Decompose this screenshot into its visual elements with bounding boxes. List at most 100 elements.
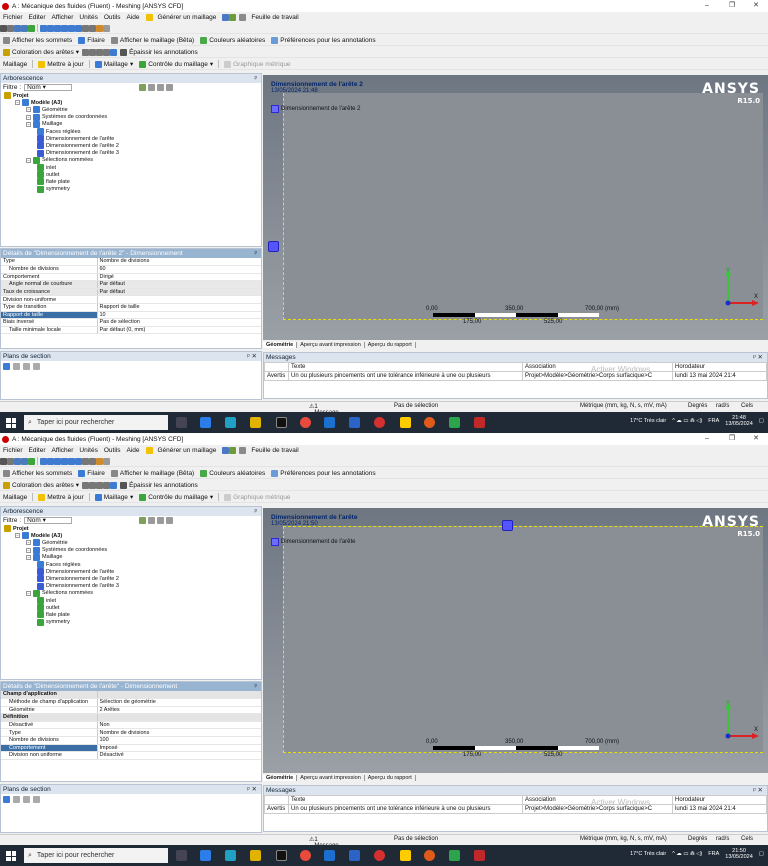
edit-section-icon[interactable] (13, 796, 20, 803)
details-row[interactable]: Champ d'application (1, 691, 261, 700)
tab-geometry[interactable]: Géométrie (263, 774, 298, 781)
taskbar-search-input[interactable]: ⌕ Taper ici pour rechercher (24, 848, 168, 863)
new-section-icon[interactable] (3, 363, 10, 370)
details-value[interactable]: 100 (97, 736, 261, 745)
tree-node[interactable]: inlet (37, 597, 56, 604)
ansys-workbench-icon[interactable] (400, 417, 411, 428)
screenshot-icon[interactable] (222, 447, 230, 454)
windows-start-icon[interactable] (6, 851, 16, 861)
edge-style-5-icon[interactable] (110, 481, 118, 489)
app-icon[interactable] (349, 417, 360, 428)
tree-node[interactable]: − Sélections nommées (26, 589, 93, 597)
menu-units[interactable]: Unités (76, 14, 100, 21)
close-button[interactable]: ✕ (744, 433, 768, 445)
filter-combo[interactable]: Nom ▾ (24, 84, 73, 91)
chrome-icon[interactable] (300, 850, 311, 861)
show-vertices-button[interactable]: Afficher les sommets (0, 36, 75, 44)
language-indicator[interactable]: FRA (708, 418, 719, 424)
weather-widget[interactable]: 17°C Très clair (630, 851, 666, 857)
zoom-fit-icon[interactable] (68, 24, 75, 32)
status-rate[interactable]: rad/s (716, 836, 729, 842)
tree-node[interactable]: − Géométrie (26, 106, 68, 114)
menu-file[interactable]: Fichier (0, 447, 26, 454)
details-value[interactable]: 60 (97, 265, 261, 274)
table-row[interactable]: Avertis Un ou plusieurs pincements ont u… (264, 371, 767, 381)
previous-view-icon[interactable] (82, 457, 89, 465)
graphics-viewport[interactable]: Dimensionnement de l'arête 2 13/05/2024 … (263, 75, 768, 340)
tree-node[interactable]: Dimensionnement de l'arête (37, 135, 114, 143)
tab-report-preview[interactable]: Aperçu du rapport (365, 341, 416, 348)
mesh-menu-button[interactable]: Maillage ▾ (92, 60, 136, 68)
edge-coloring-button[interactable]: Coloration des arêtes ▾ (0, 48, 82, 56)
edge-style-3-icon[interactable] (96, 48, 104, 56)
edge-style-icon[interactable] (82, 481, 90, 489)
zoom-box-icon[interactable] (61, 457, 68, 465)
tree-node[interactable]: Dimensionnement de l'arête 2 (37, 142, 119, 150)
show-mesh-button[interactable]: Afficher le maillage (Bêta) (108, 469, 197, 477)
details-row[interactable]: Nombre de divisions 100 (1, 736, 261, 745)
zoom-box-icon[interactable] (61, 24, 68, 32)
col-header-text[interactable]: Texte (288, 795, 523, 805)
details-value[interactable] (97, 295, 261, 305)
face-select-icon[interactable] (21, 457, 28, 465)
collapse-tree-icon[interactable] (148, 84, 156, 91)
menu-help[interactable]: Aide (123, 447, 142, 454)
viewport-icon[interactable] (103, 24, 110, 32)
tree-node[interactable]: − Maillage (26, 553, 62, 561)
details-row[interactable]: Type Nombre de divisions (1, 728, 261, 738)
details-value[interactable]: Nombre de divisions (97, 728, 261, 738)
app-icon[interactable] (374, 417, 385, 428)
magnifier-icon[interactable] (75, 457, 82, 465)
expand-toggle-icon[interactable]: − (26, 590, 31, 596)
zoom-in-icon[interactable] (54, 24, 61, 32)
tree-node[interactable]: Dimensionnement de l'arête (37, 568, 114, 576)
details-value[interactable]: Dirigé (97, 273, 261, 282)
update-button[interactable]: Mettre à jour (35, 493, 87, 501)
taskbar-clock[interactable]: 21:48 13/05/2024 (725, 415, 753, 427)
app-icon[interactable] (424, 850, 435, 861)
tree-filter-icon[interactable] (139, 517, 147, 524)
file-explorer-icon[interactable] (250, 850, 261, 861)
metric-graph-button[interactable]: Graphique métrique (221, 60, 293, 68)
tree-node[interactable]: − Sélections nommées (26, 156, 93, 164)
vertex-select-icon[interactable] (7, 24, 14, 32)
tree-node[interactable]: Projet (4, 92, 29, 99)
isometric-view-icon[interactable] (96, 457, 103, 465)
mesh-menu-button[interactable]: Maillage ▾ (92, 493, 136, 501)
body-select-icon[interactable] (28, 457, 35, 465)
details-value[interactable]: Rapport de taille (97, 303, 261, 312)
maximize-button[interactable]: ❐ (720, 433, 744, 445)
mail-icon[interactable] (200, 417, 211, 428)
details-value[interactable]: Nombre de divisions (97, 258, 261, 267)
weather-widget[interactable]: 17°C Très clair (630, 418, 666, 424)
col-header-timestamp[interactable]: Horodateur (672, 795, 767, 805)
face-select-icon[interactable] (21, 24, 28, 32)
mail-icon[interactable] (200, 850, 211, 861)
menu-view[interactable]: Afficher (49, 14, 77, 21)
tree-node[interactable]: − Modèle (A3) (15, 532, 62, 540)
details-row[interactable]: Désactivé Non (1, 721, 261, 730)
expand-toggle-icon[interactable]: − (26, 547, 31, 553)
tree-node[interactable]: symmetry (37, 185, 70, 193)
edge-handle[interactable] (502, 520, 513, 531)
tree-node[interactable]: − Systèmes de coordonnées (26, 546, 107, 554)
details-value[interactable]: 10 (97, 311, 261, 320)
col-header-text[interactable]: Texte (288, 362, 523, 372)
tray-icons[interactable]: ^ ☁ ▭ ⋒ ◁) (672, 418, 702, 424)
app-icon[interactable] (324, 850, 335, 861)
app-icon[interactable] (324, 417, 335, 428)
close-button[interactable]: ✕ (744, 0, 768, 12)
tab-print-preview[interactable]: Aperçu avant impression (297, 774, 365, 781)
notifications-icon[interactable]: ▢ (759, 851, 764, 857)
viewport-icon[interactable] (103, 457, 110, 465)
menu-edit[interactable]: Editer (26, 14, 49, 21)
menu-tools[interactable]: Outils (101, 14, 124, 21)
isometric-view-icon[interactable] (96, 24, 103, 32)
mesh-control-button[interactable]: Contrôle du maillage ▾ (136, 493, 216, 501)
tree-node[interactable]: Faces réglées (37, 561, 81, 568)
details-row[interactable]: Géométrie 2 Arêtes (1, 706, 261, 715)
pan-icon[interactable] (47, 24, 54, 32)
rotate-icon[interactable] (40, 24, 47, 32)
app-icon[interactable] (374, 850, 385, 861)
tree-node[interactable]: Dimensionnement de l'arête 3 (37, 149, 119, 157)
